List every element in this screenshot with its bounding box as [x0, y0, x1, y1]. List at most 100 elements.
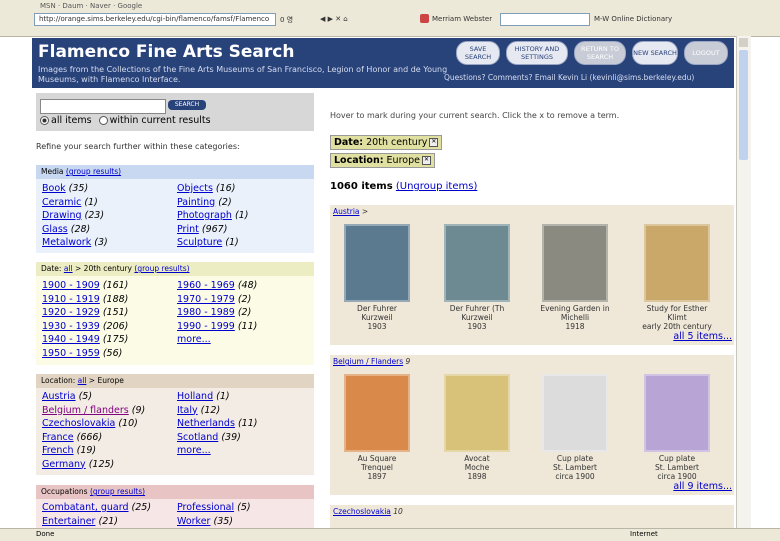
facet-link[interactable]: Metalwork: [42, 237, 91, 248]
toolbar-search-input[interactable]: [500, 13, 590, 26]
facet-item[interactable]: Sculpture (1): [177, 236, 248, 250]
facet-item[interactable]: more...: [177, 333, 257, 347]
facet-item[interactable]: Painting (2): [177, 196, 248, 210]
facet-link[interactable]: 1910 - 1919: [42, 294, 100, 305]
facet-item[interactable]: 1940 - 1949 (175): [42, 333, 128, 347]
facet-link[interactable]: Entertainer: [42, 516, 95, 527]
logout-button[interactable]: LOGOUT: [684, 41, 728, 65]
favorites-bar[interactable]: MSN · Daum · Naver · Google: [40, 2, 142, 10]
facet-item[interactable]: Glass (28): [42, 223, 108, 237]
search-input[interactable]: [40, 99, 166, 114]
result-group-name[interactable]: Czechoslovakia: [333, 507, 391, 516]
ungroup-link[interactable]: (Ungroup items): [396, 181, 477, 192]
facet-item[interactable]: Combatant, guard (25): [42, 501, 151, 515]
facet-link[interactable]: Drawing: [42, 210, 82, 221]
new-search-button[interactable]: NEW SEARCH: [632, 41, 678, 65]
remove-location-filter-icon[interactable]: ✕: [421, 156, 431, 165]
history-settings-button[interactable]: HISTORY AND SETTINGS: [506, 41, 568, 65]
facet-item[interactable]: Austria (5): [42, 390, 145, 404]
facet-link[interactable]: Worker: [177, 516, 210, 527]
facet-link[interactable]: Austria: [42, 391, 76, 402]
facet-link[interactable]: Objects: [177, 183, 213, 194]
result-thumbnail[interactable]: [542, 374, 608, 452]
result-group-header[interactable]: Belgium / Flanders 9: [330, 355, 734, 369]
nav-icons[interactable]: ◀ ▶ ✕ ⌂: [320, 15, 348, 23]
facet-link[interactable]: 1970 - 1979: [177, 294, 235, 305]
facet-item[interactable]: Holland (1): [177, 390, 257, 404]
facet-link[interactable]: 1990 - 1999: [177, 321, 235, 332]
facet-link[interactable]: Combatant, guard: [42, 502, 129, 513]
date-all-link[interactable]: all: [64, 264, 73, 273]
facet-link[interactable]: Book: [42, 183, 66, 194]
search-button[interactable]: SEARCH: [168, 100, 206, 110]
facet-link[interactable]: 1950 - 1959: [42, 348, 100, 359]
media-group-link[interactable]: (group results): [66, 167, 121, 176]
go-button[interactable]: 0 영: [280, 15, 293, 25]
facet-link[interactable]: more...: [177, 334, 211, 345]
facet-item[interactable]: Print (967): [177, 223, 248, 237]
location-all-link[interactable]: all: [78, 376, 87, 385]
result-group-name[interactable]: Austria: [333, 207, 360, 216]
dictionary-name[interactable]: M-W Online Dictionary: [594, 15, 672, 23]
facet-item[interactable]: Scotland (39): [177, 431, 257, 445]
facet-link[interactable]: 1920 - 1929: [42, 307, 100, 318]
vertical-scrollbar[interactable]: [736, 36, 751, 530]
result-group-header[interactable]: Czechoslovakia 10: [330, 505, 734, 519]
facet-item[interactable]: 1980 - 1989 (2): [177, 306, 257, 320]
facet-link[interactable]: Germany: [42, 459, 86, 470]
facet-link[interactable]: 1930 - 1939: [42, 321, 100, 332]
scrollbar-thumb[interactable]: [739, 50, 748, 160]
result-group-name[interactable]: Belgium / Flanders: [333, 357, 403, 366]
facet-link[interactable]: Sculpture: [177, 237, 222, 248]
facet-link[interactable]: Scotland: [177, 432, 218, 443]
facet-item[interactable]: Ceramic (1): [42, 196, 108, 210]
more-items-link[interactable]: all 9 items...: [673, 481, 732, 492]
facet-link[interactable]: Czechoslovakia: [42, 418, 115, 429]
facet-link[interactable]: Painting: [177, 197, 215, 208]
facet-item[interactable]: 1950 - 1959 (56): [42, 347, 128, 361]
facet-item[interactable]: Book (35): [42, 182, 108, 196]
facet-item[interactable]: Czechoslovakia (10): [42, 417, 145, 431]
result-group-header[interactable]: Austria >: [330, 205, 734, 219]
facet-link[interactable]: Holland: [177, 391, 213, 402]
facet-item[interactable]: France (666): [42, 431, 145, 445]
facet-item[interactable]: 1910 - 1919 (188): [42, 293, 128, 307]
facet-item[interactable]: Entertainer (21): [42, 515, 151, 529]
facet-link[interactable]: Glass: [42, 224, 68, 235]
facet-item[interactable]: Netherlands (11): [177, 417, 257, 431]
address-bar[interactable]: http://orange.sims.berkeley.edu/cgi-bin/…: [34, 13, 276, 26]
facet-item[interactable]: French (19): [42, 444, 145, 458]
facet-item[interactable]: Worker (35): [177, 515, 251, 529]
facet-link[interactable]: 1980 - 1989: [177, 307, 235, 318]
result-thumbnail[interactable]: [344, 374, 410, 452]
return-to-search-button[interactable]: RETURN TO SEARCH: [574, 41, 626, 65]
facet-link[interactable]: Belgium / flanders: [42, 405, 129, 416]
within-results-radio[interactable]: [98, 116, 108, 125]
facet-item[interactable]: 1960 - 1969 (48): [177, 279, 257, 293]
facet-item[interactable]: Italy (12): [177, 404, 257, 418]
result-thumbnail[interactable]: [542, 224, 608, 302]
scroll-up-icon[interactable]: [739, 38, 748, 47]
all-items-radio[interactable]: [40, 116, 49, 125]
save-search-button[interactable]: SAVE SEARCH: [456, 41, 500, 65]
facet-link[interactable]: 1900 - 1909: [42, 280, 100, 291]
facet-item[interactable]: 1900 - 1909 (161): [42, 279, 128, 293]
facet-link[interactable]: French: [42, 445, 74, 456]
remove-date-filter-icon[interactable]: ✕: [429, 138, 439, 147]
result-thumbnail[interactable]: [644, 224, 710, 302]
facet-item[interactable]: Germany (125): [42, 458, 145, 472]
result-thumbnail[interactable]: [444, 374, 510, 452]
facet-item[interactable]: Drawing (23): [42, 209, 108, 223]
facet-link[interactable]: Professional: [177, 502, 234, 513]
facet-link[interactable]: Print: [177, 224, 199, 235]
facet-item[interactable]: Belgium / flanders (9): [42, 404, 145, 418]
facet-item[interactable]: 1930 - 1939 (206): [42, 320, 128, 334]
facet-item[interactable]: Objects (16): [177, 182, 248, 196]
occupations-group-link[interactable]: (group results): [90, 487, 145, 496]
date-group-link[interactable]: (group results): [134, 264, 189, 273]
more-items-link[interactable]: all 5 items...: [673, 331, 732, 342]
facet-link[interactable]: Netherlands: [177, 418, 235, 429]
facet-item[interactable]: more...: [177, 444, 257, 458]
search-engine-name[interactable]: Merriam Webster: [432, 15, 492, 23]
facet-link[interactable]: Italy: [177, 405, 198, 416]
